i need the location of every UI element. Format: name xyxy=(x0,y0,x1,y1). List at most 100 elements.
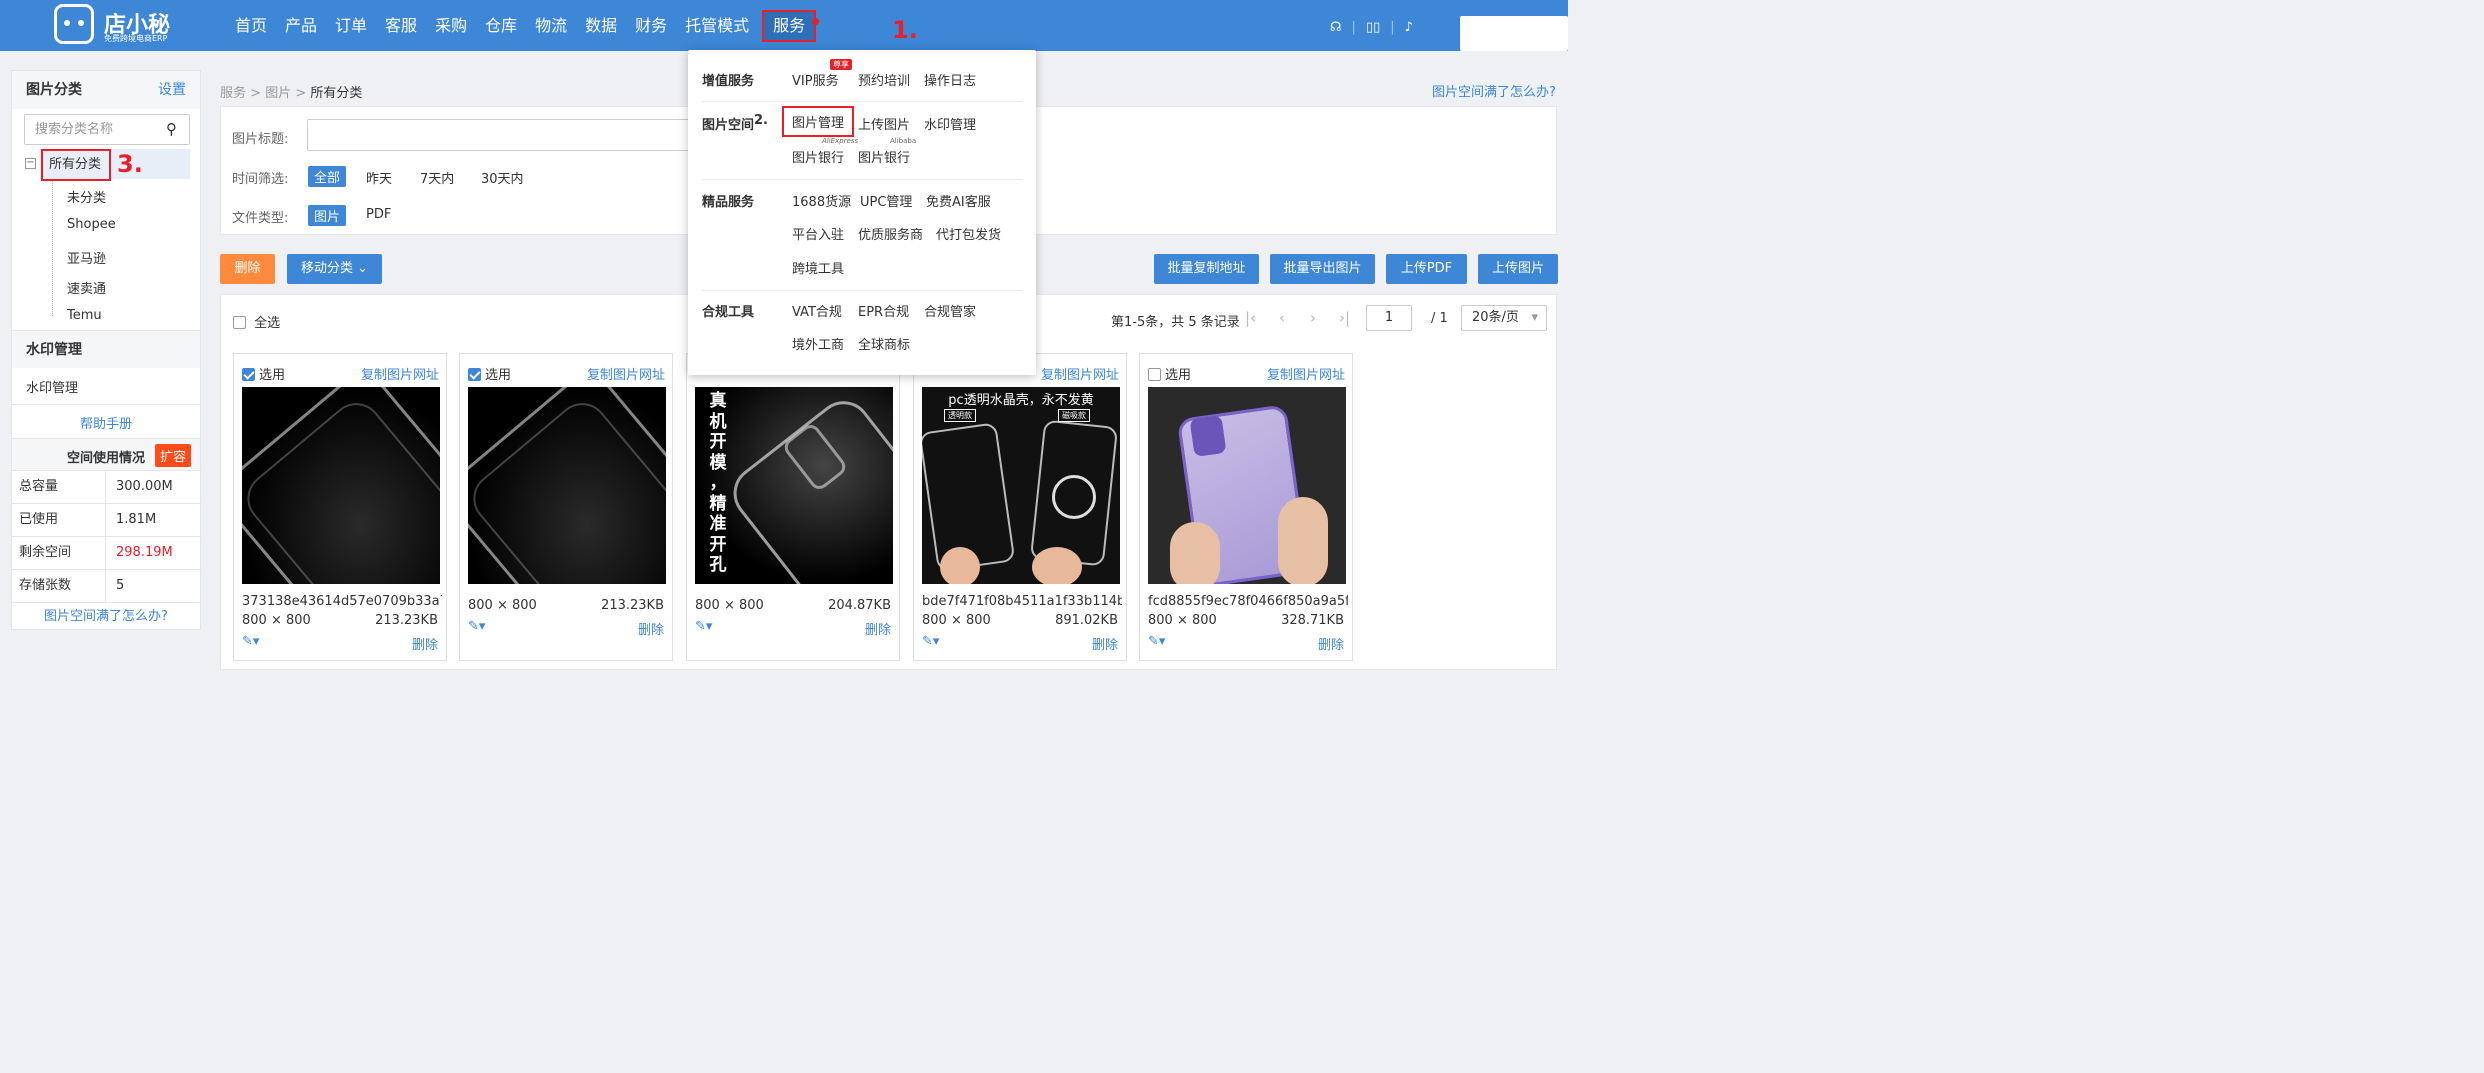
menu-image-management[interactable]: 图片管理 xyxy=(782,106,855,137)
card-checkbox[interactable] xyxy=(1148,368,1161,381)
card-image[interactable] xyxy=(468,387,666,584)
nav-item-warehouse[interactable]: 仓库 xyxy=(476,10,526,42)
upload-pdf-button[interactable]: 上传PDF xyxy=(1386,254,1467,284)
nav-item-hosting[interactable]: 托管模式 xyxy=(676,10,758,42)
search-icon[interactable]: ⚲ xyxy=(166,115,177,144)
card-delete-link[interactable]: 删除 xyxy=(1318,634,1344,653)
bell-icon[interactable]: ♪ xyxy=(1405,20,1413,35)
menu-compliance-steward[interactable]: 合规管家 xyxy=(924,301,976,320)
card-delete-link[interactable]: 删除 xyxy=(865,619,891,638)
menu-image-bank-alibaba[interactable]: 图片银行 xyxy=(858,147,910,166)
nav-item-service-desk[interactable]: 客服 xyxy=(376,10,426,42)
move-category-button[interactable]: 移动分类 ⌄ xyxy=(287,254,382,284)
page-size-select[interactable]: 20条/页 ▾ xyxy=(1461,305,1547,331)
menu-overseas-business[interactable]: 境外工商 xyxy=(792,334,844,353)
menu-watermark[interactable]: 水印管理 xyxy=(924,114,976,133)
menu-vat[interactable]: VAT合规 xyxy=(792,301,842,320)
menu-vip-service[interactable]: VIP服务 xyxy=(792,70,839,89)
time-filter-yesterday[interactable]: 昨天 xyxy=(366,168,392,187)
copy-url-link[interactable]: 复制图片网址 xyxy=(1041,364,1119,383)
tree-item-aliexpress[interactable]: 速卖通 xyxy=(67,278,106,297)
tree-item-temu[interactable]: Temu xyxy=(67,308,102,323)
page-number-input[interactable]: 1 xyxy=(1366,305,1412,331)
user-account-box[interactable] xyxy=(1460,16,1568,51)
watermark-manage-link[interactable]: 水印管理 xyxy=(26,377,78,396)
copy-url-link[interactable]: 复制图片网址 xyxy=(361,364,439,383)
menu-global-trademark[interactable]: 全球商标 xyxy=(858,334,910,353)
tree-item-uncategorized[interactable]: 未分类 xyxy=(67,187,106,206)
magic-wand-icon[interactable]: ✎▾ xyxy=(922,634,939,649)
copy-url-link[interactable]: 复制图片网址 xyxy=(587,364,665,383)
card-select[interactable]: 选用 xyxy=(468,364,511,383)
menu-service-provider[interactable]: 优质服务商 xyxy=(858,224,923,243)
card-image[interactable] xyxy=(1148,387,1346,584)
space-full-help-link[interactable]: 图片空间满了怎么办? xyxy=(12,602,200,630)
expand-button[interactable]: 扩容 xyxy=(155,444,192,467)
tree-collapse-icon[interactable]: − xyxy=(25,158,36,169)
last-page-icon[interactable]: ›| xyxy=(1339,309,1350,327)
batch-export-button[interactable]: 批量导出图片 xyxy=(1270,254,1375,284)
nav-item-order[interactable]: 订单 xyxy=(326,10,376,42)
card-checkbox[interactable] xyxy=(242,368,255,381)
time-filter-30days[interactable]: 30天内 xyxy=(481,168,524,187)
magic-wand-icon[interactable]: ✎▾ xyxy=(242,634,259,649)
nav-item-home[interactable]: 首页 xyxy=(226,10,276,42)
select-all[interactable]: 全选 xyxy=(233,312,280,331)
nav-item-services[interactable]: 服务 xyxy=(762,10,817,42)
card-delete-link[interactable]: 删除 xyxy=(1092,634,1118,653)
card-dimensions: 800 × 800 xyxy=(922,613,991,628)
tree-item-shopee[interactable]: Shopee xyxy=(67,217,116,232)
card-image[interactable] xyxy=(242,387,440,584)
menu-cross-border-tools[interactable]: 跨境工具 xyxy=(792,258,844,277)
headset-icon[interactable]: ☊ xyxy=(1330,20,1342,35)
menu-ai-service[interactable]: 免费AI客服 xyxy=(926,191,991,210)
menu-image-bank-aliexpress[interactable]: 图片银行 xyxy=(792,147,844,166)
menu-packing[interactable]: 代打包发货 xyxy=(936,224,1001,243)
book-icon[interactable]: ▯▯ xyxy=(1366,20,1380,35)
menu-upc[interactable]: UPC管理 xyxy=(860,191,912,210)
settings-link[interactable]: 设置 xyxy=(158,71,186,109)
menu-1688-source[interactable]: 1688货源 xyxy=(792,191,851,210)
card-delete-link[interactable]: 删除 xyxy=(638,619,664,638)
title-filter-input[interactable] xyxy=(307,119,707,151)
category-search-input[interactable]: 搜索分类名称 ⚲ xyxy=(24,114,190,145)
help-manual-link[interactable]: 帮助手册 xyxy=(12,404,200,432)
next-page-icon[interactable]: › xyxy=(1310,309,1316,327)
copy-url-link[interactable]: 复制图片网址 xyxy=(1267,364,1345,383)
tree-item-all[interactable]: 所有分类 xyxy=(41,149,111,181)
menu-epr[interactable]: EPR合规 xyxy=(858,301,909,320)
nav-item-logistics[interactable]: 物流 xyxy=(526,10,576,42)
menu-training[interactable]: 预约培训 xyxy=(858,70,910,89)
menu-platform-join[interactable]: 平台入驻 xyxy=(792,224,844,243)
tree-item-amazon[interactable]: 亚马逊 xyxy=(67,248,106,267)
nav-item-data[interactable]: 数据 xyxy=(576,10,626,42)
breadcrumb-services[interactable]: 服务 xyxy=(220,86,246,101)
card-checkbox[interactable] xyxy=(468,368,481,381)
magic-wand-icon[interactable]: ✎▾ xyxy=(468,619,485,634)
breadcrumb-images[interactable]: 图片 xyxy=(265,86,291,101)
card-image[interactable]: 真机开模，精准开孔 xyxy=(695,387,893,584)
magic-wand-icon[interactable]: ✎▾ xyxy=(695,619,712,634)
card-image[interactable]: pc透明水晶壳，永不发黄 透明款 磁吸款 xyxy=(922,387,1120,584)
menu-operation-log[interactable]: 操作日志 xyxy=(924,70,976,89)
top-space-full-link[interactable]: 图片空间满了怎么办? xyxy=(1432,81,1556,100)
card-delete-link[interactable]: 删除 xyxy=(412,634,438,653)
card-select[interactable]: 选用 xyxy=(1148,364,1191,383)
time-filter-7days[interactable]: 7天内 xyxy=(420,168,454,187)
time-filter-all[interactable]: 全部 xyxy=(308,166,347,187)
menu-upload-image[interactable]: 上传图片 xyxy=(858,114,910,133)
nav-item-purchase[interactable]: 采购 xyxy=(426,10,476,42)
nav-item-finance[interactable]: 财务 xyxy=(626,10,676,42)
type-filter-image[interactable]: 图片 xyxy=(308,205,347,226)
card-select[interactable]: 选用 xyxy=(242,364,285,383)
magic-wand-icon[interactable]: ✎▾ xyxy=(1148,634,1165,649)
upload-image-button[interactable]: 上传图片 xyxy=(1478,254,1558,284)
logo[interactable]: 店小秘 免费跨境电商ERP xyxy=(52,2,172,46)
delete-button[interactable]: 删除 xyxy=(220,254,275,284)
first-page-icon[interactable]: |‹ xyxy=(1245,309,1256,327)
nav-item-product[interactable]: 产品 xyxy=(276,10,326,42)
prev-page-icon[interactable]: ‹ xyxy=(1279,309,1285,327)
select-all-checkbox[interactable] xyxy=(233,316,246,329)
type-filter-pdf[interactable]: PDF xyxy=(366,207,391,222)
batch-copy-address-button[interactable]: 批量复制地址 xyxy=(1154,254,1259,284)
